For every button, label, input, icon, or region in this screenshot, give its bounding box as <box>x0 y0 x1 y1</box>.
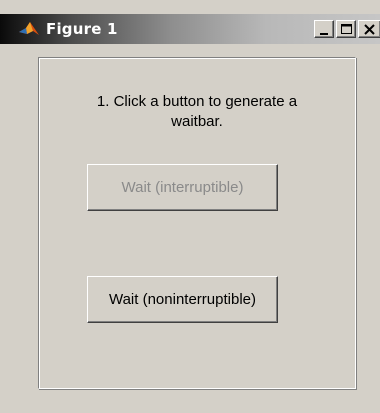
minimize-icon <box>320 33 328 35</box>
maximize-button[interactable] <box>336 20 356 38</box>
wait-interruptible-label: Wait (interruptible) <box>121 179 244 196</box>
close-icon <box>364 24 375 35</box>
window-title: Figure 1 <box>46 20 118 38</box>
wait-interruptible-button[interactable]: Wait (interruptible) <box>87 164 278 211</box>
wait-noninterruptible-button[interactable]: Wait (noninterruptible) <box>87 276 278 323</box>
instructions-line-2: waitbar. <box>171 113 223 130</box>
figure-window: Figure 1 1. Click a button to generate a… <box>0 0 380 413</box>
minimize-button[interactable] <box>314 20 334 38</box>
instructions-line-1: 1. Click a button to generate a <box>96 93 298 110</box>
title-bar[interactable]: Figure 1 <box>0 14 380 44</box>
instructions-text: 1. Click a button to generate a waitbar. <box>38 92 356 132</box>
wait-noninterruptible-label: Wait (noninterruptible) <box>108 291 256 308</box>
close-button[interactable] <box>358 20 380 38</box>
matlab-logo-icon <box>18 19 40 39</box>
maximize-icon <box>341 24 352 34</box>
